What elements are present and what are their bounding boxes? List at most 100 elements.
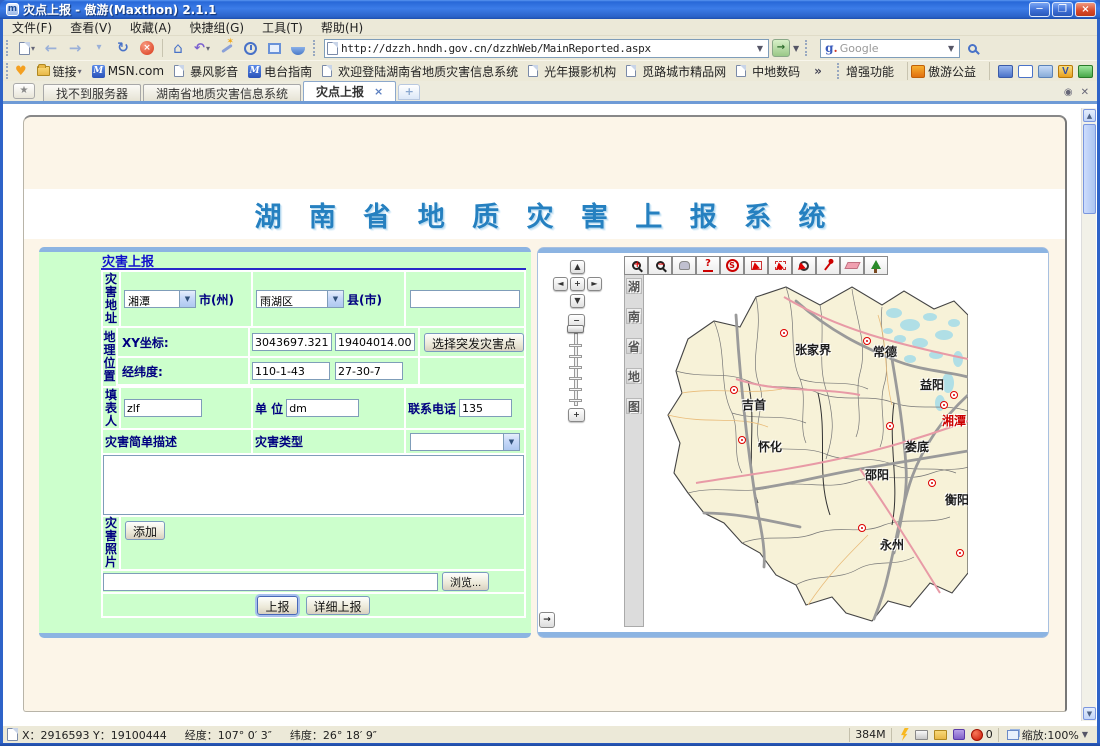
- undo-icon[interactable]: ↶▾: [190, 38, 214, 58]
- bookmark-baofeng[interactable]: 暴风影音: [174, 63, 238, 80]
- address-dropdown-icon[interactable]: ▼: [754, 44, 766, 53]
- longitude-input[interactable]: [252, 362, 330, 380]
- messenger-icon[interactable]: [998, 65, 1013, 78]
- bookmarks-grip[interactable]: [6, 63, 11, 79]
- pan-left-icon[interactable]: ◄: [553, 277, 568, 291]
- bookmark-radio[interactable]: M电台指南: [248, 63, 312, 80]
- phone-input[interactable]: [459, 399, 512, 417]
- tab-disaster-report[interactable]: 灾点上报×: [303, 81, 396, 101]
- tab-server-not-found[interactable]: 找不到服务器: [43, 84, 141, 101]
- bookmark-folder-links[interactable]: 链接▾: [37, 63, 82, 80]
- county-select[interactable]: 雨湖区▼: [256, 290, 344, 308]
- zoom-out-icon[interactable]: −: [648, 256, 672, 275]
- ad-blocker-icon[interactable]: [971, 729, 983, 741]
- forms-icon[interactable]: [915, 730, 928, 740]
- plugin-icon[interactable]: [953, 729, 965, 740]
- game-plugin-icon[interactable]: [1078, 65, 1093, 78]
- window-icon[interactable]: [1018, 65, 1033, 78]
- pan-up-icon[interactable]: ▲: [570, 260, 585, 274]
- rect-deselect-icon[interactable]: [768, 256, 792, 275]
- latitude-input[interactable]: [335, 362, 403, 380]
- zoom-in-icon[interactable]: +: [624, 256, 648, 275]
- menu-favorites[interactable]: 收藏(A): [121, 19, 181, 36]
- stop-icon[interactable]: ×: [135, 38, 159, 58]
- scroll-up-icon[interactable]: ▲: [1083, 109, 1096, 122]
- bookmark-msn[interactable]: MMSN.com: [92, 64, 164, 78]
- search-go-icon[interactable]: [960, 38, 984, 58]
- file-path-input[interactable]: [103, 573, 438, 591]
- go-button[interactable]: →: [772, 39, 790, 57]
- x-coordinate-input[interactable]: [252, 333, 332, 351]
- reporter-name-input[interactable]: [124, 399, 202, 417]
- bookmark-photo[interactable]: 光年摄影机构: [528, 63, 616, 80]
- detail-submit-button[interactable]: 详细上报: [306, 596, 370, 615]
- home-icon[interactable]: ⌂: [166, 38, 190, 58]
- add-point-icon[interactable]: [816, 256, 840, 275]
- eraser-icon[interactable]: [840, 256, 864, 275]
- pages-icon[interactable]: [1038, 65, 1053, 78]
- title-bar[interactable]: m 灾点上报 - 傲游(Maxthon) 2.1.1 ─ ❐ ×: [0, 0, 1100, 19]
- disaster-type-select[interactable]: ▼: [410, 433, 520, 451]
- refresh-icon[interactable]: ↻: [111, 38, 135, 58]
- resize-icon[interactable]: [1007, 730, 1019, 740]
- bookmark-milu[interactable]: 觅路城市精品网: [626, 63, 726, 80]
- minimize-button[interactable]: ─: [1029, 2, 1050, 17]
- pick-disaster-point-button[interactable]: 选择突发灾害点: [424, 333, 524, 352]
- address-detail-input[interactable]: [410, 290, 520, 308]
- city-select[interactable]: 湘潭▼: [124, 290, 196, 308]
- pan-down-icon[interactable]: ▼: [570, 294, 585, 308]
- history-icon[interactable]: [238, 38, 262, 58]
- forward-icon[interactable]: →: [63, 38, 87, 58]
- menu-file[interactable]: 文件(F): [3, 19, 61, 36]
- close-button[interactable]: ×: [1075, 2, 1096, 17]
- back-icon[interactable]: ←: [39, 38, 63, 58]
- legend-tree-icon[interactable]: [864, 256, 888, 275]
- menu-tools[interactable]: 工具(T): [253, 19, 312, 36]
- pan-center-icon[interactable]: +: [570, 277, 585, 291]
- search-box[interactable]: g. Google ▼: [820, 39, 960, 58]
- highlight-icon[interactable]: [984, 41, 992, 55]
- menu-help[interactable]: 帮助(H): [312, 19, 372, 36]
- charity-button[interactable]: 傲游公益: [911, 63, 976, 80]
- description-textarea[interactable]: [103, 455, 524, 515]
- side-char[interactable]: 省: [626, 338, 642, 354]
- new-page-icon[interactable]: ▾: [15, 38, 39, 58]
- search-engine-dropdown-icon[interactable]: ▼: [945, 44, 957, 53]
- side-char[interactable]: 地: [626, 368, 642, 384]
- bookmark-zhongdi[interactable]: 中地数码: [736, 63, 800, 80]
- save-icon[interactable]: [286, 38, 310, 58]
- tab-close-icon[interactable]: ×: [374, 85, 383, 98]
- address-url[interactable]: http://dzzh.hndh.gov.cn/dzzhWeb/MainRepo…: [338, 42, 754, 55]
- browser-scrollbar[interactable]: ▲ ▼: [1081, 108, 1096, 721]
- zoom-dropdown-icon[interactable]: ▼: [1079, 730, 1091, 739]
- zoom-level[interactable]: 缩放:100%: [1022, 727, 1079, 743]
- addressbar-grip[interactable]: [313, 40, 318, 56]
- maximize-button[interactable]: ❐: [1052, 2, 1073, 17]
- go-dropdown-icon[interactable]: ▼: [790, 44, 802, 53]
- add-photo-button[interactable]: 添加: [125, 521, 165, 540]
- browse-button[interactable]: 浏览...: [442, 572, 489, 591]
- capture-icon[interactable]: [262, 38, 286, 58]
- v-plugin-icon[interactable]: V: [1058, 65, 1073, 78]
- folder-icon[interactable]: [934, 730, 947, 740]
- tabbar-close-icon[interactable]: ✕: [1081, 87, 1089, 98]
- map-canvas[interactable]: 张家界常德益阳吉首怀化娄底湘潭邵阳衡阳永州: [648, 275, 968, 627]
- tab-hunan-geo-system[interactable]: 湖南省地质灾害信息系统: [143, 84, 301, 101]
- tab-list-icon[interactable]: ◉: [1064, 87, 1073, 98]
- favorites-heart-icon[interactable]: ♥: [15, 64, 27, 79]
- bookmarks-overflow-icon[interactable]: »: [814, 64, 822, 78]
- circle-select-icon[interactable]: [792, 256, 816, 275]
- scroll-down-icon[interactable]: ▼: [1083, 707, 1096, 720]
- measure-area-icon[interactable]: S: [720, 256, 744, 275]
- address-bar[interactable]: http://dzzh.hndh.gov.cn/dzzhWeb/MainRepo…: [324, 39, 769, 58]
- tab-star-icon[interactable]: ★: [13, 83, 35, 99]
- menu-view[interactable]: 查看(V): [61, 19, 121, 36]
- zoom-slider-handle[interactable]: [567, 325, 584, 333]
- zoom-in-step-icon[interactable]: +: [568, 408, 585, 422]
- search-input[interactable]: Google: [840, 42, 945, 55]
- new-tab-button[interactable]: +: [398, 84, 420, 100]
- rect-select-icon[interactable]: [744, 256, 768, 275]
- boost-icon[interactable]: [900, 728, 909, 741]
- y-coordinate-input[interactable]: [335, 333, 415, 351]
- measure-distance-icon[interactable]: ?: [696, 256, 720, 275]
